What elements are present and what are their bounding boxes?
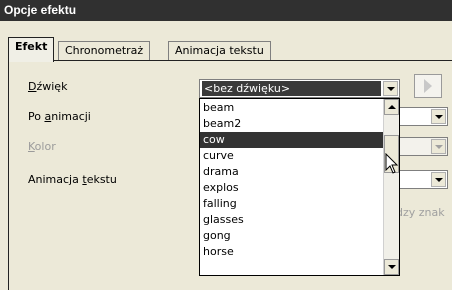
sound-dropdown-list[interactable]: beam beam2 cow curve drama explos falling glass… xyxy=(199,98,400,276)
chevron-down-icon xyxy=(434,114,443,119)
sound-select[interactable]: <bez dźwięku> xyxy=(199,79,400,98)
window-title: Opcje efektu xyxy=(0,0,452,21)
chevron-down-icon xyxy=(434,144,443,149)
list-item[interactable]: curve xyxy=(200,148,384,164)
sound-dropdown-button[interactable] xyxy=(383,81,398,96)
list-item[interactable]: glasses xyxy=(200,212,384,228)
after-animation-dropdown-button[interactable] xyxy=(431,109,446,124)
list-item[interactable]: drama xyxy=(200,164,384,180)
list-item[interactable]: gong xyxy=(200,228,384,244)
scroll-down-button[interactable] xyxy=(384,259,399,275)
list-item[interactable]: falling xyxy=(200,196,384,212)
text-animation-dropdown-button[interactable] xyxy=(431,172,446,187)
scroll-up-button[interactable] xyxy=(384,99,399,115)
list-scrollbar[interactable] xyxy=(383,99,399,275)
partial-option-text: dzy znak xyxy=(396,206,445,219)
chevron-down-icon xyxy=(386,86,395,91)
list-item[interactable]: explos xyxy=(200,180,384,196)
sound-select-value: <bez dźwięku> xyxy=(202,81,381,96)
play-icon xyxy=(424,79,432,93)
sound-label: Dźwięk xyxy=(28,80,68,93)
list-item[interactable]: cow xyxy=(200,132,384,148)
scroll-up-arrow-icon xyxy=(387,105,396,109)
tab-efekt[interactable]: Efekt xyxy=(8,37,55,62)
after-animation-label: Po animacji xyxy=(28,110,91,123)
list-item[interactable]: beam2 xyxy=(200,116,384,132)
list-item[interactable]: beam xyxy=(200,100,384,116)
tab-chronometraz[interactable]: Chronometraż xyxy=(58,41,151,61)
color-label: Kolor xyxy=(28,140,56,153)
scroll-down-arrow-icon xyxy=(387,265,396,269)
color-dropdown-button[interactable] xyxy=(431,139,446,154)
chevron-down-icon xyxy=(434,177,443,182)
play-button[interactable] xyxy=(414,74,442,98)
list-item[interactable]: horse xyxy=(200,244,384,260)
mouse-cursor-icon xyxy=(385,153,399,174)
text-animation-label: Animacja tekstu xyxy=(28,173,117,186)
tab-animacja-tekstu[interactable]: Animacja tekstu xyxy=(168,41,271,61)
